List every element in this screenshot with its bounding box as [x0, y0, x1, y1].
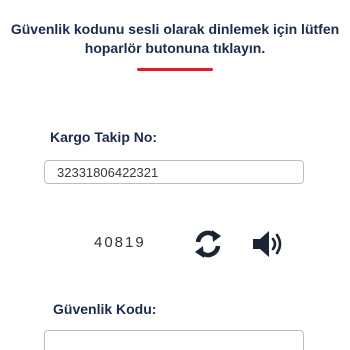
refresh-icon: [195, 230, 221, 258]
tracking-number-label: Kargo Takip No:: [50, 129, 158, 145]
refresh-captcha-button[interactable]: [190, 226, 226, 262]
audio-instruction-text: Güvenlik kodunu sesli olarak dinlemek iç…: [10, 21, 340, 56]
security-code-label: Güvenlik Kodu:: [53, 301, 157, 317]
play-audio-button[interactable]: [250, 227, 286, 261]
security-code-input[interactable]: [44, 330, 304, 350]
captcha-code: 40819: [94, 234, 146, 251]
speaker-icon: [253, 231, 282, 257]
accent-divider: [137, 68, 213, 71]
tracking-number-input[interactable]: [44, 160, 304, 184]
